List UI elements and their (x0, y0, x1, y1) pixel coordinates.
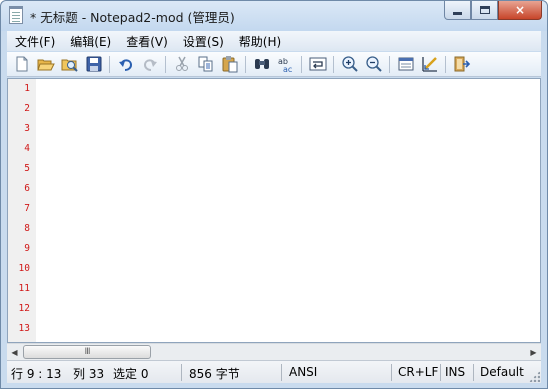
menu-settings[interactable]: 设置(S) (175, 33, 231, 50)
cut-icon (176, 56, 188, 71)
find-icon (255, 59, 269, 69)
status-bar: 行 9 : 13 列 33 选定 0 856 字节 ANSI CR+LF INS… (7, 360, 541, 383)
caption-buttons: × (444, 1, 542, 21)
toolbar-separator (445, 56, 446, 73)
close-icon: × (514, 3, 526, 17)
zoom-in-button[interactable] (341, 55, 359, 73)
grip-icon: III (84, 347, 91, 357)
minimize-icon (453, 12, 462, 15)
line-number: 11 (18, 283, 30, 294)
find-button[interactable] (253, 55, 271, 73)
redo-icon (143, 59, 157, 71)
save-button[interactable] (85, 55, 103, 73)
notepad-app-icon[interactable] (9, 6, 23, 24)
status-ins-mode[interactable]: INS (445, 365, 465, 381)
open-folder-icon (37, 59, 55, 71)
replace-button[interactable]: ab ac (277, 55, 295, 74)
menu-edit[interactable]: 编辑(E) (62, 33, 118, 50)
zoom-out-icon (366, 56, 382, 72)
status-line-endings[interactable]: CR+LF (398, 365, 438, 381)
window-title: * 无标题 - Notepad2-mod (管理员) (30, 10, 235, 25)
menu-help[interactable]: 帮助(H) (231, 33, 288, 50)
line-number: 10 (18, 263, 30, 274)
replace-icon: ab ac (278, 57, 292, 74)
arrow-left-icon: ◀ (11, 348, 18, 357)
minimize-button[interactable] (444, 1, 471, 20)
status-encoding[interactable]: ANSI (289, 365, 317, 381)
status-divider (440, 364, 441, 381)
status-selection: 选定 0 (113, 367, 149, 381)
toolbar-separator (165, 56, 166, 73)
cut-button[interactable] (173, 55, 191, 73)
svg-text:ac: ac (283, 65, 292, 73)
line-number: 8 (24, 223, 30, 234)
menu-bar: 文件(F) 编辑(E) 查看(V) 设置(S) 帮助(H) (7, 31, 541, 51)
line-number: 2 (24, 103, 30, 114)
zoom-in-icon (342, 56, 358, 72)
toolbar-separator (245, 56, 246, 73)
status-divider (391, 364, 392, 381)
undo-button[interactable] (117, 55, 135, 73)
zoom-out-button[interactable] (365, 55, 383, 73)
arrow-right-icon: ▶ (530, 348, 537, 357)
toolbar: ab ac (7, 52, 541, 77)
status-size: 856 字节 (189, 367, 240, 381)
status-column: 列 33 (73, 367, 105, 381)
open-button[interactable] (37, 55, 55, 73)
word-wrap-icon (309, 57, 327, 71)
app-window: * 无标题 - Notepad2-mod (管理员) × 文件(F) 编辑(E)… (0, 0, 548, 389)
status-divider (473, 364, 474, 381)
status-line-col: 行 9 : 13 (11, 367, 62, 381)
line-number: 12 (18, 303, 30, 314)
line-number: 9 (24, 243, 30, 254)
status-divider (181, 364, 182, 381)
browse-button[interactable] (61, 55, 79, 73)
copy-button[interactable] (197, 55, 215, 73)
new-file-icon (16, 56, 28, 72)
word-wrap-button[interactable] (309, 55, 327, 73)
browse-icon (61, 59, 78, 72)
line-number: 7 (24, 203, 30, 214)
toolbar-separator (389, 56, 390, 73)
scheme-button[interactable] (397, 55, 415, 73)
editor[interactable]: 1 2 3 4 5 6 7 8 9 10 11 12 13 (7, 78, 541, 343)
toolbar-separator (109, 56, 110, 73)
maximize-button[interactable] (471, 1, 498, 20)
status-divider (281, 364, 282, 381)
close-button[interactable]: × (498, 1, 542, 20)
line-number: 13 (18, 323, 30, 334)
undo-icon (119, 59, 133, 71)
paste-icon (222, 56, 238, 73)
toolbar-separator (333, 56, 334, 73)
customize-icon (422, 57, 437, 72)
toolbar-separator (301, 56, 302, 73)
menu-file[interactable]: 文件(F) (7, 33, 62, 50)
line-number: 1 (24, 83, 30, 94)
new-file-button[interactable] (13, 55, 31, 73)
menu-view[interactable]: 查看(V) (118, 33, 175, 50)
line-number: 4 (24, 143, 30, 154)
horizontal-scrollbar[interactable]: ◀ III ▶ (7, 343, 541, 360)
resize-grip-icon[interactable] (529, 371, 540, 382)
line-number: 3 (24, 123, 30, 134)
title-bar[interactable]: * 无标题 - Notepad2-mod (管理员) × (1, 1, 547, 31)
exit-icon (454, 56, 471, 72)
maximize-icon (479, 6, 490, 14)
save-icon (86, 56, 102, 72)
scroll-thumb[interactable]: III (23, 345, 151, 359)
status-scheme[interactable]: Default (480, 365, 524, 381)
line-number: 6 (24, 183, 30, 194)
line-number: 5 (24, 163, 30, 174)
paste-button[interactable] (221, 55, 239, 73)
customize-button[interactable] (421, 55, 439, 73)
copy-icon (198, 56, 213, 72)
redo-button[interactable] (141, 55, 159, 73)
exit-button[interactable] (453, 55, 471, 73)
scheme-icon (398, 57, 414, 71)
scroll-left-button[interactable]: ◀ (7, 345, 22, 360)
line-number-gutter: 1 2 3 4 5 6 7 8 9 10 11 12 13 (8, 79, 36, 342)
scroll-right-button[interactable]: ▶ (526, 345, 541, 360)
text-area[interactable] (36, 79, 540, 342)
